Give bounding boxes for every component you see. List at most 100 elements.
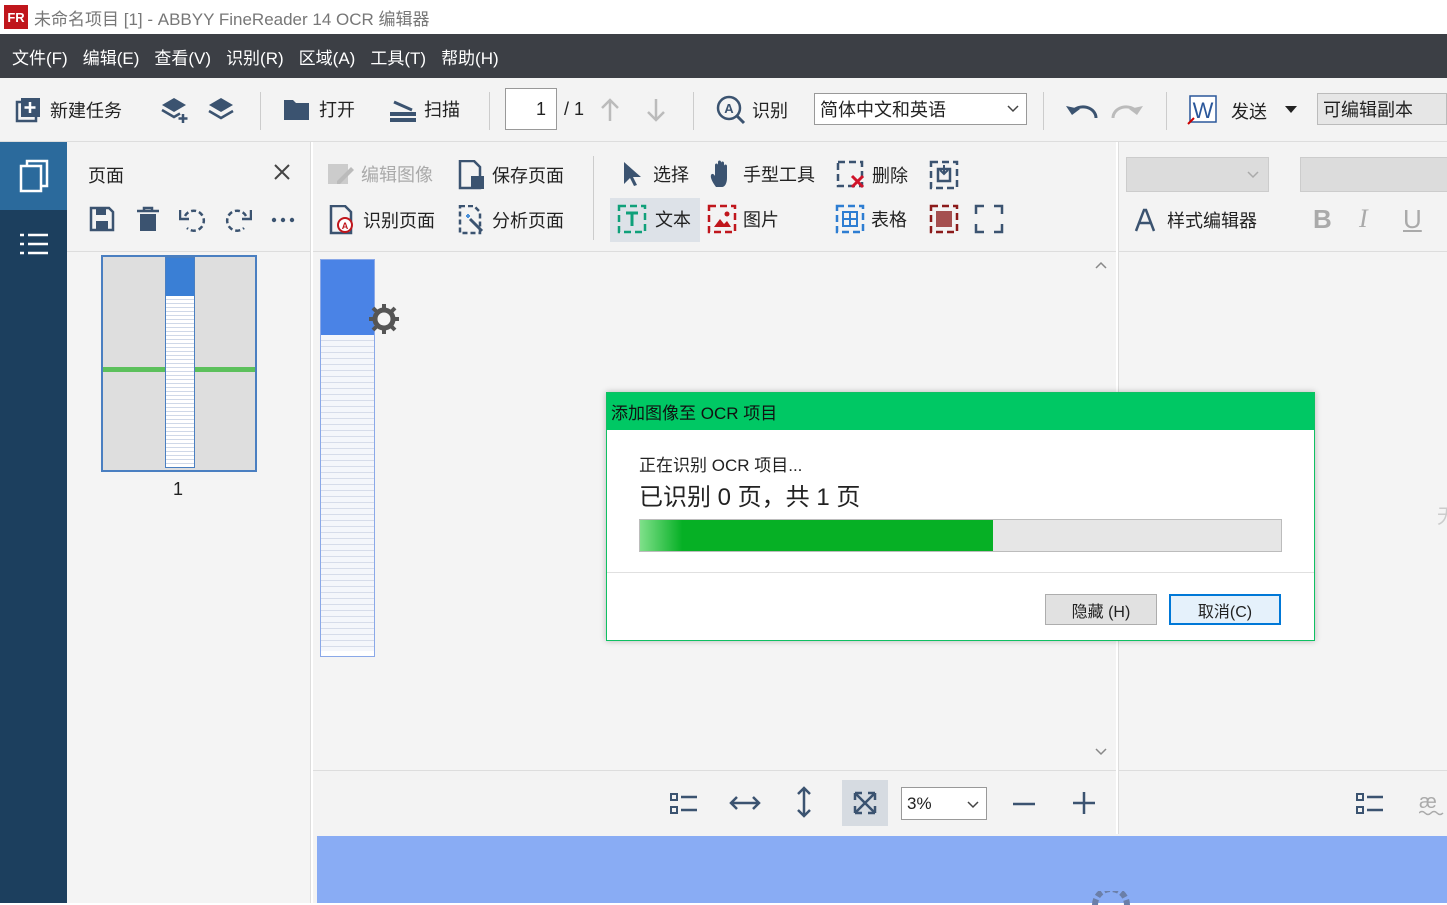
picture-area-button[interactable]: 图片 [707, 204, 779, 234]
style-editor-label: 样式编辑器 [1167, 211, 1257, 231]
main-toolbar: 新建任务 打开 扫描 1 / 1 A 识别 简体中文和英语 W 发送 可编辑副本 [0, 78, 1447, 142]
rotate-left-icon[interactable] [179, 206, 207, 232]
dialog-status-text: 正在识别 OCR 项目... [639, 456, 803, 475]
new-task-button[interactable]: 新建任务 [14, 96, 122, 124]
cursor-icon [621, 161, 643, 187]
fit-page-icon [852, 790, 878, 816]
pages-panel-title: 页面 [88, 166, 124, 186]
menu-tools[interactable]: 工具(T) [370, 44, 426, 69]
picture-area-icon [707, 204, 737, 234]
dialog-progress-text: 已识别 0 页，共 1 页 [639, 484, 861, 511]
view-list-icon[interactable] [670, 792, 698, 816]
bottom-page-preview [317, 836, 1447, 905]
select-tool-label: 选择 [653, 165, 689, 185]
save-icon[interactable] [89, 206, 115, 232]
more-icon[interactable] [271, 216, 295, 224]
delete-area-label: 删除 [872, 166, 908, 186]
picture-area-label: 图片 [743, 210, 779, 230]
svg-text:æ: æ [1419, 791, 1437, 813]
delete-area-button[interactable]: 删除 [836, 160, 908, 190]
output-select[interactable]: 可编辑副本 [1317, 93, 1447, 125]
page-thumbnail[interactable] [101, 255, 257, 472]
text-panel-edge-text: 无 [1437, 500, 1447, 529]
style-editor-icon [1133, 207, 1157, 233]
arrow-down-icon[interactable] [645, 97, 667, 123]
hand-tool-button[interactable]: 手型工具 [709, 159, 815, 189]
zoom-value: 3% [907, 793, 932, 813]
list-icon[interactable] [20, 232, 48, 256]
recognize-button[interactable]: A 识别 [716, 95, 788, 125]
hide-button[interactable]: 隐藏 (H) [1045, 594, 1157, 625]
pages-panel: 页面 1 [67, 142, 311, 903]
analyze-page-button[interactable]: 分析页面 [458, 205, 564, 235]
open-button[interactable]: 打开 [283, 96, 355, 122]
text-view-list-icon[interactable] [1356, 792, 1384, 816]
menu-help[interactable]: 帮助(H) [441, 44, 499, 69]
font-select[interactable] [1300, 157, 1447, 192]
zoom-in-icon[interactable] [1073, 792, 1095, 814]
trash-icon[interactable] [136, 206, 160, 232]
send-dropdown-icon[interactable] [1284, 105, 1298, 115]
page-number-input[interactable]: 1 [505, 88, 557, 130]
zoom-select[interactable]: 3% [901, 787, 987, 820]
analyze-page-label: 分析页面 [492, 211, 564, 231]
edit-image-button[interactable]: 编辑图像 [327, 161, 433, 187]
dialog-title: 添加图像至 OCR 项目 [607, 393, 1314, 430]
hand-tool-label: 手型工具 [743, 165, 815, 185]
fit-page-button[interactable] [842, 780, 888, 826]
underline-button[interactable]: U [1403, 204, 1422, 235]
recognize-icon: A [716, 95, 746, 125]
thumbnail-page-image [165, 257, 195, 468]
style-editor-button[interactable]: 样式编辑器 [1133, 207, 1257, 233]
fit-width-icon[interactable] [729, 793, 761, 813]
menu-recognize[interactable]: 识别(R) [226, 44, 284, 69]
word-icon[interactable]: W [1187, 95, 1217, 125]
scroll-up-icon[interactable] [1095, 261, 1107, 269]
rotate-right-icon[interactable] [224, 206, 252, 232]
spellcheck-icon[interactable]: æ [1419, 791, 1447, 817]
scroll-down-icon[interactable] [1095, 748, 1107, 756]
nav-pages-tab[interactable] [0, 142, 67, 210]
area-add-icon[interactable] [929, 160, 959, 190]
pages-icon [19, 159, 49, 193]
layers-add-icon[interactable] [158, 94, 190, 126]
edit-image-label: 编辑图像 [361, 165, 433, 185]
menu-area[interactable]: 区域(A) [299, 44, 356, 69]
undo-icon[interactable] [1063, 98, 1099, 122]
language-select[interactable]: 简体中文和英语 [814, 93, 1027, 125]
arrow-up-icon[interactable] [599, 97, 621, 123]
page-total: / 1 [564, 99, 585, 119]
progress-fill [640, 520, 993, 551]
region-icon[interactable] [974, 204, 1004, 234]
bold-button[interactable]: B [1313, 204, 1332, 235]
menu-view[interactable]: 查看(V) [154, 44, 211, 69]
menu-file[interactable]: 文件(F) [12, 44, 68, 69]
menu-edit[interactable]: 编辑(E) [83, 44, 140, 69]
app-icon: FR [4, 5, 28, 29]
background-area-icon[interactable] [929, 204, 959, 234]
style-select[interactable] [1126, 157, 1269, 192]
fit-height-icon[interactable] [794, 786, 814, 818]
cancel-button[interactable]: 取消(C) [1169, 594, 1281, 625]
text-area-button[interactable]: 文本 [617, 204, 691, 234]
recognize-label: 识别 [752, 101, 788, 121]
scan-button[interactable]: 扫描 [388, 94, 460, 124]
open-label: 打开 [319, 100, 355, 120]
select-tool-button[interactable]: 选择 [621, 161, 689, 187]
language-value: 简体中文和英语 [820, 100, 946, 120]
send-label[interactable]: 发送 [1231, 98, 1267, 124]
text-bottom-bar: æ [1119, 770, 1447, 834]
layers-icon[interactable] [205, 94, 237, 126]
italic-button[interactable]: I [1359, 204, 1368, 234]
zoom-out-icon[interactable] [1013, 802, 1035, 806]
pages-panel-header [67, 142, 310, 252]
table-area-button[interactable]: 表格 [835, 204, 907, 234]
recognize-page-button[interactable]: A 识别页面 [329, 205, 435, 235]
dialog-divider [607, 572, 1314, 573]
folder-icon [283, 96, 311, 122]
analyze-page-icon [458, 205, 486, 235]
zoom-chevron-down-icon [967, 800, 979, 810]
close-icon[interactable] [273, 163, 291, 181]
save-page-button[interactable]: 保存页面 [458, 160, 564, 190]
redo-icon[interactable] [1110, 98, 1146, 122]
